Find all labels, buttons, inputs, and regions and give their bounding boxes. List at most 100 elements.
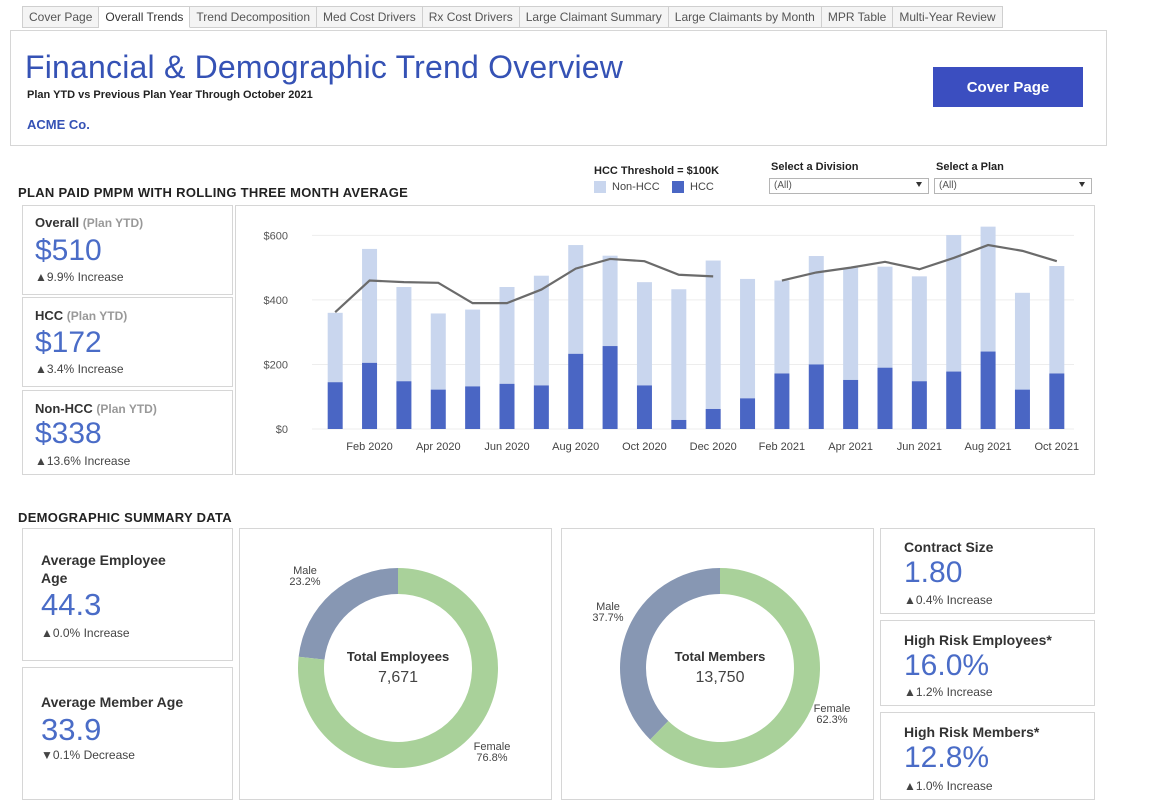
tab-rx-cost-drivers[interactable]: Rx Cost Drivers xyxy=(422,6,520,28)
cover-page-button[interactable]: Cover Page xyxy=(933,67,1083,107)
kpi-qualifier: (Plan YTD) xyxy=(66,309,128,323)
bar-non-hcc[interactable] xyxy=(430,313,446,390)
bar-non-hcc[interactable] xyxy=(705,260,721,409)
donut-pct-female: 62.3% xyxy=(816,714,847,726)
avg-employee-age-label-2: Age xyxy=(41,570,68,586)
y-tick-label: $0 xyxy=(276,424,288,436)
bar-non-hcc[interactable] xyxy=(877,266,893,368)
bar-non-hcc[interactable] xyxy=(1049,266,1065,374)
legend-title: HCC Threshold = $100K xyxy=(594,165,720,177)
bar-non-hcc[interactable] xyxy=(671,289,687,420)
bar-non-hcc[interactable] xyxy=(568,245,584,354)
avg-member-age-value: 33.9 xyxy=(41,712,102,747)
tab-multi-year-review[interactable]: Multi-Year Review xyxy=(893,6,1003,28)
bar-non-hcc[interactable] xyxy=(911,276,927,382)
bar-hcc[interactable] xyxy=(602,346,618,429)
bar-hcc[interactable] xyxy=(671,419,687,429)
kpi-card-non-hcc: Non-HCC (Plan YTD) $338 ▲13.6% Increase xyxy=(22,390,233,475)
bar-hcc[interactable] xyxy=(740,398,756,429)
y-tick-label: $400 xyxy=(264,295,288,307)
bar-non-hcc[interactable] xyxy=(465,309,481,387)
chevron-down-icon xyxy=(916,182,922,187)
x-tick-label: Jun 2020 xyxy=(484,441,529,453)
donut-pct-female: 76.8% xyxy=(476,752,507,764)
company-name: ACME Co. xyxy=(27,117,90,132)
tab-bar: Cover Page Overall Trends Trend Decompos… xyxy=(22,6,1003,28)
kpi-value-overall: $510 xyxy=(35,234,102,267)
bar-non-hcc[interactable] xyxy=(602,255,618,347)
bar-hcc[interactable] xyxy=(877,367,893,429)
card-high-risk-members: High Risk Members* 12.8% ▲1.0% Increase xyxy=(880,712,1095,800)
bar-hcc[interactable] xyxy=(808,364,824,429)
card-avg-member-age: Average Member Age 33.9 ▼0.1% Decrease xyxy=(22,667,233,800)
bar-hcc[interactable] xyxy=(946,371,962,429)
bar-hcc[interactable] xyxy=(705,408,721,429)
tab-mpr-table[interactable]: MPR Table xyxy=(821,6,894,28)
bar-hcc[interactable] xyxy=(362,362,378,429)
kpi-change-hcc: ▲3.4% Increase xyxy=(35,362,124,376)
y-tick-label: $600 xyxy=(264,230,288,242)
bar-non-hcc[interactable] xyxy=(396,287,412,382)
x-tick-label: Feb 2021 xyxy=(759,441,805,453)
contract-size-label: Contract Size xyxy=(904,539,994,555)
bar-non-hcc[interactable] xyxy=(327,312,343,383)
donut-card-employees: Total Employees 7,671 Male 23.2% Female 76.8% xyxy=(239,528,552,800)
x-tick-label: Apr 2021 xyxy=(828,441,873,453)
kpi-title: HCC xyxy=(35,308,64,323)
kpi-qualifier: (Plan YTD) xyxy=(82,216,144,230)
bar-hcc[interactable] xyxy=(499,383,515,429)
x-tick-label: Apr 2020 xyxy=(416,441,461,453)
donut-center-value: 7,671 xyxy=(378,669,418,686)
bar-hcc[interactable] xyxy=(568,353,584,429)
tab-med-cost-drivers[interactable]: Med Cost Drivers xyxy=(317,6,423,28)
tab-trend-decomposition[interactable]: Trend Decomposition xyxy=(190,6,318,28)
avg-member-age-label: Average Member Age xyxy=(41,694,184,710)
bar-hcc[interactable] xyxy=(843,379,859,429)
bar-non-hcc[interactable] xyxy=(636,282,652,386)
bar-hcc[interactable] xyxy=(430,389,446,429)
tab-large-claimant-summary[interactable]: Large Claimant Summary xyxy=(519,6,669,28)
hcc-swatch xyxy=(672,181,684,193)
tab-large-claimants-by-month[interactable]: Large Claimants by Month xyxy=(668,6,822,28)
legend-item-non-hcc: Non-HCC xyxy=(594,181,660,193)
division-select-value: (All) xyxy=(774,180,792,191)
bar-hcc[interactable] xyxy=(533,385,549,429)
bar-hcc[interactable] xyxy=(327,382,343,429)
legend-label-non-hcc: Non-HCC xyxy=(612,181,660,193)
bar-hcc[interactable] xyxy=(980,351,996,429)
bar-non-hcc[interactable] xyxy=(843,267,859,380)
x-tick-label: Dec 2020 xyxy=(690,441,737,453)
plan-select[interactable]: (All) xyxy=(934,178,1092,194)
kpi-value-hcc: $172 xyxy=(35,326,102,359)
avg-employee-age-value: 44.3 xyxy=(41,587,102,622)
bar-hcc[interactable] xyxy=(911,381,927,429)
high-risk-employees-value: 16.0% xyxy=(904,649,990,682)
bar-hcc[interactable] xyxy=(1014,389,1030,429)
pmpm-chart: $0 $200 $400 $600 Feb 2020 Apr 2020 Jun 2020 Au… xyxy=(235,205,1095,475)
bar-hcc[interactable] xyxy=(396,381,412,429)
demographic-section-title: DEMOGRAPHIC SUMMARY DATA xyxy=(18,510,232,525)
donut-pct-male: 37.7% xyxy=(592,612,623,624)
x-tick-label: Feb 2020 xyxy=(346,441,392,453)
non-hcc-swatch xyxy=(594,181,606,193)
x-tick-label: Aug 2021 xyxy=(965,441,1012,453)
bar-hcc[interactable] xyxy=(636,385,652,429)
employees-donut-chart: Total Employees7,671Male23.2%Female76.8% xyxy=(289,565,510,768)
pmpm-section-title: PLAN PAID PMPM WITH ROLLING THREE MONTH … xyxy=(18,185,409,200)
tab-cover-page[interactable]: Cover Page xyxy=(22,6,100,28)
x-tick-label: Oct 2021 xyxy=(1034,441,1079,453)
donut-center-label: Total Members xyxy=(675,649,766,664)
bar-hcc[interactable] xyxy=(1049,373,1065,429)
bar-non-hcc[interactable] xyxy=(362,248,378,363)
kpi-label-hcc: HCC (Plan YTD) xyxy=(35,308,127,323)
plan-filter-label: Select a Plan xyxy=(936,161,1004,173)
tab-overall-trends[interactable]: Overall Trends xyxy=(99,6,191,28)
donut-center-label: Total Employees xyxy=(347,649,449,664)
avg-employee-age-label-1: Average Employee xyxy=(41,552,166,568)
bar-hcc[interactable] xyxy=(465,386,481,429)
bar-non-hcc[interactable] xyxy=(1014,292,1030,390)
division-select[interactable]: (All) xyxy=(769,178,929,194)
bar-hcc[interactable] xyxy=(774,373,790,429)
bar-non-hcc[interactable] xyxy=(740,278,756,399)
bar-non-hcc[interactable] xyxy=(774,280,790,374)
